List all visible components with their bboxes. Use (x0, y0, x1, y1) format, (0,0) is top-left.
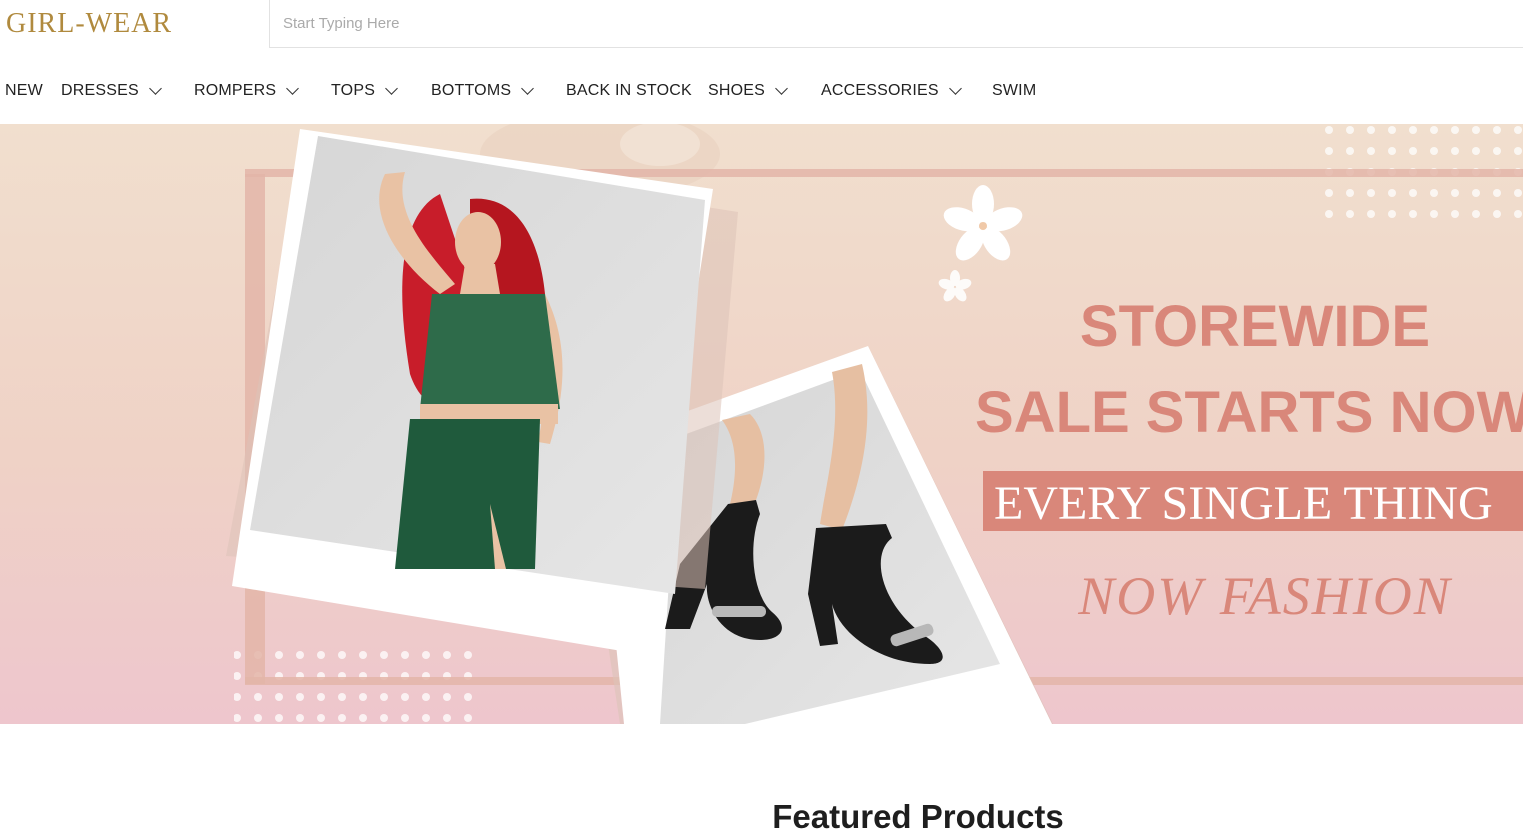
nav-item-bottoms[interactable]: BOTTOMS (431, 82, 535, 100)
featured-products-title: Featured Products (772, 798, 1064, 836)
script-text: NOW FASHION (1077, 566, 1452, 626)
nav-item-label: ROMPERS (194, 82, 277, 99)
nav-item-label: DRESSES (61, 82, 139, 99)
hero-artwork: STOREWIDE SALE STARTS NOW EVERY SINGLE T… (0, 124, 1523, 724)
nav-item-tops[interactable]: TOPS (331, 82, 398, 100)
hero-banner[interactable]: STOREWIDE SALE STARTS NOW EVERY SINGLE T… (0, 124, 1523, 724)
nav-item-back-in-stock[interactable]: BACK IN STOCK (566, 82, 692, 100)
chevron-down-icon[interactable] (775, 82, 788, 95)
site-header: GIRL-WEAR (0, 0, 1523, 58)
nav-item-label: BACK IN STOCK (566, 82, 692, 99)
model-photo (226, 129, 738, 654)
nav-item-label: NEW (5, 82, 43, 99)
banner-text: EVERY SINGLE THING (994, 477, 1493, 530)
chevron-down-icon[interactable] (948, 82, 962, 95)
chevron-down-icon[interactable] (521, 82, 535, 95)
headline-sale-starts: SALE STARTS NOW (975, 380, 1523, 445)
headline-storewide: STOREWIDE (1080, 294, 1430, 359)
nav-item-label: BOTTOMS (431, 82, 512, 99)
chevron-down-icon[interactable] (149, 82, 162, 95)
nav-item-dresses[interactable]: DRESSES (61, 82, 162, 100)
dot-pattern-bottom (234, 649, 484, 724)
nav-item-accessories[interactable]: ACCESSORIES (821, 82, 962, 100)
site-logo[interactable]: GIRL-WEAR (6, 8, 172, 40)
nav-item-shoes[interactable]: SHOES (708, 82, 788, 100)
chevron-down-icon[interactable] (385, 82, 398, 95)
nav-item-new[interactable]: NEW (5, 82, 43, 100)
nav-item-label: TOPS (331, 82, 376, 99)
nav-item-label: SHOES (708, 82, 766, 99)
nav-item-label: ACCESSORIES (821, 82, 939, 99)
search-bar (269, 0, 1523, 48)
nav-item-rompers[interactable]: ROMPERS (194, 82, 300, 100)
chevron-down-icon[interactable] (286, 82, 300, 95)
nav-item-swim[interactable]: SWIM (992, 82, 1036, 100)
nav-item-label: SWIM (992, 82, 1037, 99)
main-nav: NEW DRESSES ROMPERS TOPS BOTTOMS BACK IN… (0, 82, 1100, 106)
search-input[interactable] (270, 0, 1523, 47)
